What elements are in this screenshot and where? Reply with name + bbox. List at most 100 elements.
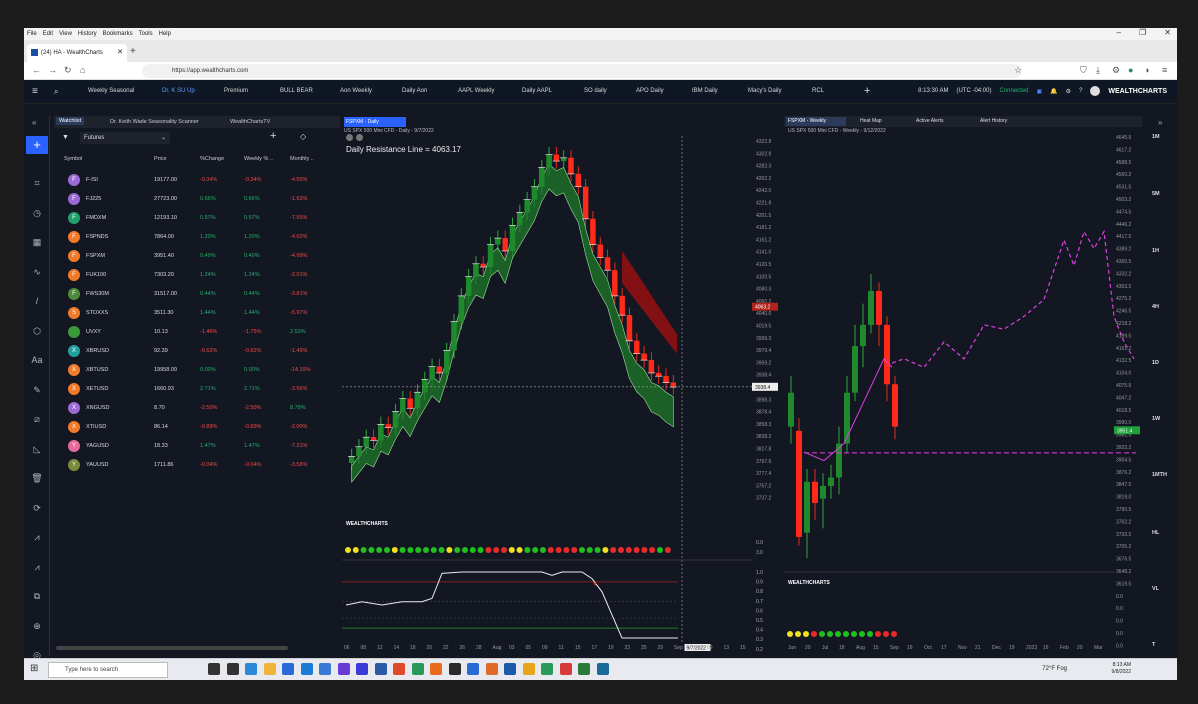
weekly-chart-panel[interactable]: 4645.5 4617.2 4588.5 4560.2 4531.5 4503.2 4474… (784, 116, 1142, 656)
taskbar-app-icon[interactable] (374, 663, 387, 675)
taskbar-app-icon[interactable] (430, 663, 442, 675)
notifications-icon[interactable]: 🔔 (1050, 88, 1057, 95)
taskbar-app-icon[interactable] (300, 663, 313, 675)
daily-chart-panel[interactable]: 4322.8 4302.8 4282.3 4262.2 4242.0 4221.8 4201… (342, 116, 780, 656)
browser-menu-bookmarks[interactable]: Bookmarks (103, 31, 133, 37)
layout-tab-10[interactable]: IBM Daily (692, 88, 718, 94)
weather-widget[interactable]: 72°F Fog (1042, 666, 1067, 672)
browser-menu-help[interactable]: Help (159, 31, 171, 37)
pocket-icon[interactable]: ⛉ (1080, 65, 1087, 76)
tab-alert-history[interactable]: Alert History (980, 118, 1007, 124)
taskbar-app-icon[interactable] (263, 663, 276, 675)
collapse-left-icon[interactable]: « (32, 118, 36, 127)
horizontal-scrollbar[interactable] (56, 646, 288, 650)
timeframe-vl[interactable]: VL (1152, 586, 1159, 592)
browser-menu-view[interactable]: View (59, 31, 72, 37)
layout-tab-5[interactable]: Daily Aon (402, 88, 427, 94)
taskbar-app-icon[interactable] (337, 663, 350, 675)
timeframe-1w[interactable]: 1W (1152, 416, 1160, 422)
search-icon[interactable]: ⌕ (54, 87, 58, 97)
timeframe-1m[interactable]: 1M (1152, 134, 1160, 140)
taskbar-app-icon[interactable] (448, 663, 461, 675)
watchlist-row[interactable]: F FMDXM 12193.10 0.57% 0.57% -7.65% (54, 209, 340, 227)
timeframe-5m[interactable]: 5M (1152, 191, 1160, 197)
watchlist-row[interactable]: F FWS30M 31517.00 0.44% 0.44% -3.81% (54, 285, 340, 303)
col-price[interactable]: Price (154, 156, 167, 162)
taskbar-app-icon[interactable] (541, 663, 553, 675)
filter-icon[interactable]: ▼ (62, 134, 69, 141)
tab-seasonality-scanner[interactable]: Dr. Keith Wade Seasonality Scanner (110, 119, 199, 125)
browser-menu-file[interactable]: File (27, 31, 37, 37)
browser-menu-tools[interactable]: Tools (139, 31, 153, 37)
taskbar-app-icon[interactable] (282, 663, 294, 675)
taskbar-app-icon[interactable] (559, 663, 572, 675)
tab-active-alerts[interactable]: Active Alerts (916, 118, 944, 124)
close-window-button[interactable]: ✕ (1164, 28, 1171, 37)
bookmark-star-icon[interactable]: ☆ (1014, 65, 1022, 76)
calendar-icon[interactable]: ▦ (30, 235, 44, 249)
taskbar-clock[interactable]: 8:13 AM 9/8/2022 (1112, 662, 1131, 676)
layout-tab-11[interactable]: Macy's Daily (748, 88, 781, 94)
taskbar-app-icon[interactable] (319, 663, 331, 675)
url-bar[interactable]: https://app.wealthcharts.com (142, 64, 1022, 78)
layout-tab-0[interactable]: Weekly Seasonal (88, 88, 134, 94)
tab-wealthcharts-tv[interactable]: WealthChartsTV (230, 119, 270, 125)
browser-menu-edit[interactable]: Edit (43, 31, 53, 37)
hamburger-menu-icon[interactable]: ≡ (32, 86, 38, 97)
layout-tab-7[interactable]: Daily AAPL (522, 88, 552, 94)
watchlist-row[interactable]: Y YAUUSD 1711.86 -0.04% -0.04% -3.58% (54, 456, 340, 474)
taskbar-search[interactable]: Type here to search (48, 662, 168, 678)
chart-icon[interactable]: ⌗ (30, 176, 44, 190)
layout-tab-9[interactable]: APO Daily (636, 88, 664, 94)
help-icon[interactable]: ? (1079, 88, 1082, 94)
trend-icon[interactable]: ∿ (30, 265, 44, 279)
taskbar-app-icon[interactable] (393, 663, 405, 675)
sync-icon[interactable]: ⟳ (30, 501, 44, 515)
watchlist-select[interactable]: Futures ⌄ (80, 132, 170, 144)
back-icon[interactable]: ← (32, 65, 41, 75)
download-icon[interactable]: ⤓ (1096, 65, 1100, 76)
layout-tab-1[interactable]: Dr. K SU Up (162, 88, 195, 94)
layout-tab-12[interactable]: RCL (812, 88, 824, 94)
pattern-icon[interactable]: ⩘ (30, 560, 44, 574)
weekly-chart-canvas[interactable]: 4645.5 4617.2 4588.5 4560.2 4531.5 4503.2 4474… (784, 116, 1142, 656)
col-monthly[interactable]: Monthly .. (290, 156, 314, 162)
taskbar-app-icon[interactable] (208, 663, 220, 675)
timeframe-hl[interactable]: HL (1152, 530, 1159, 536)
watchlist-row[interactable]: F F-ISI 19177.00 -0.34% -0.34% -4.55% (54, 171, 340, 189)
taskbar-app-icon[interactable] (411, 663, 424, 675)
taskbar-app-icon[interactable] (522, 663, 535, 675)
layout-tab-8[interactable]: SO daily (584, 88, 607, 94)
watchlist-row[interactable]: F FSPXM 3951.40 0.49% 0.49% -4.99% (54, 247, 340, 265)
layers-icon[interactable]: ⧉ (30, 589, 44, 603)
watchlist-row[interactable]: X XBRUSD 92.39 -0.62% -0.62% -1.49% (54, 342, 340, 360)
avatar[interactable] (1090, 86, 1101, 96)
taskbar-app-icon[interactable] (467, 663, 479, 675)
close-tab-icon[interactable]: ✕ (117, 48, 123, 56)
extension-icon-2[interactable]: ◑ (1144, 65, 1149, 75)
taskbar-app-icon[interactable] (485, 663, 498, 675)
crosshair-icon[interactable]: ⊕ (30, 619, 44, 633)
add-symbol-button[interactable]: + (270, 130, 276, 142)
watchlist-row[interactable]: X XBTUSD 19958.00 0.00% 0.00% -14.19% (54, 361, 340, 379)
layout-tab-2[interactable]: Premium (224, 88, 248, 94)
layout-tab-6[interactable]: AAPL Weekly (458, 88, 494, 94)
timezone-text[interactable]: (UTC -04:00) (956, 88, 991, 94)
timeframe-1d[interactable]: 1D (1152, 360, 1159, 366)
watchlist-row[interactable]: F FSPNDS 7864.00 1.20% 1.20% -4.02% (54, 228, 340, 246)
shapes-icon[interactable]: ⬡ (30, 324, 44, 338)
line-icon[interactable]: / (30, 294, 44, 308)
col-symbol[interactable]: Symbol (64, 156, 82, 162)
reload-icon[interactable]: ↻ (64, 65, 72, 76)
taskbar-app-icon[interactable] (356, 663, 368, 675)
watchlist-row[interactable]: Y YAGUSD 18.33 1.47% 1.47% -7.21% (54, 437, 340, 455)
daily-chart-tab[interactable]: FSPXM - Daily (344, 117, 406, 127)
col-weekly[interactable]: Weekly % .. (244, 156, 273, 162)
watchlist-row[interactable]: X XETUSD 1660.93 2.71% 2.71% -3.56% (54, 380, 340, 398)
browser-menu-history[interactable]: History (78, 31, 97, 37)
add-layout-button[interactable]: + (864, 85, 870, 97)
extension-icon[interactable]: ⚙ (1112, 65, 1120, 76)
home-icon[interactable]: ⌂ (80, 65, 85, 75)
taskbar-app-icon[interactable] (245, 663, 257, 675)
layout-tab-3[interactable]: BULL BEAR (280, 88, 313, 94)
